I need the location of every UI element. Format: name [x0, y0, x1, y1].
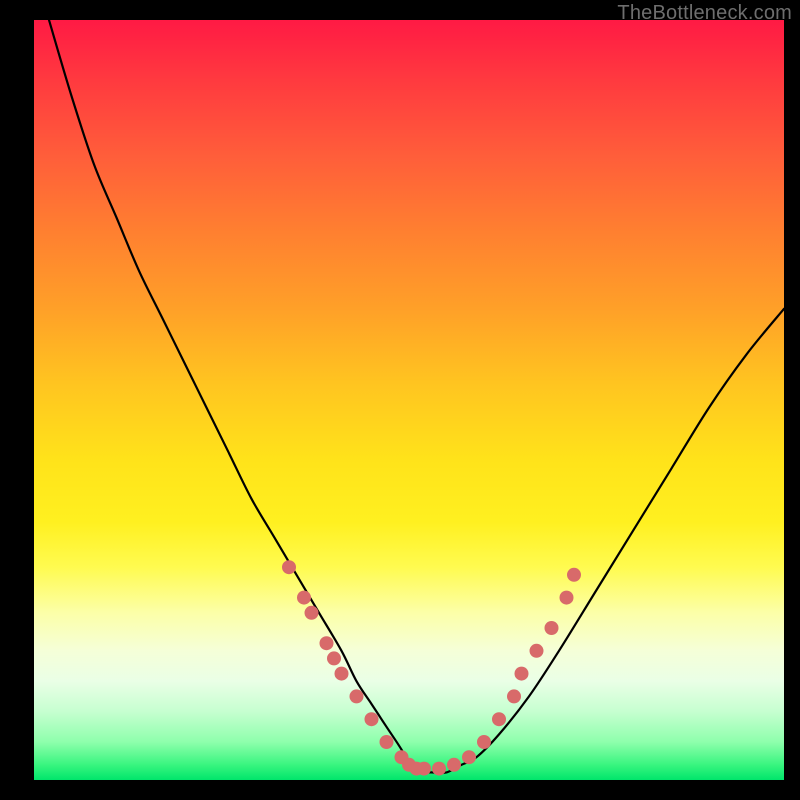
- data-marker: [507, 689, 521, 703]
- data-marker: [335, 667, 349, 681]
- chart-svg: [34, 20, 784, 780]
- chart-stage: TheBottleneck.com: [0, 0, 800, 800]
- data-marker: [417, 762, 431, 776]
- data-marker: [432, 762, 446, 776]
- data-marker: [320, 636, 334, 650]
- bottleneck-curve: [49, 20, 784, 773]
- data-marker: [545, 621, 559, 635]
- data-marker: [567, 568, 581, 582]
- data-marker: [297, 591, 311, 605]
- data-marker: [282, 560, 296, 574]
- data-marker: [380, 735, 394, 749]
- data-marker: [327, 651, 341, 665]
- data-marker: [305, 606, 319, 620]
- data-marker: [515, 667, 529, 681]
- data-marker: [365, 712, 379, 726]
- data-marker: [492, 712, 506, 726]
- data-marker: [447, 758, 461, 772]
- markers-group: [282, 560, 581, 775]
- data-marker: [477, 735, 491, 749]
- data-marker: [462, 750, 476, 764]
- data-marker: [560, 591, 574, 605]
- plot-area: [34, 20, 784, 780]
- data-marker: [530, 644, 544, 658]
- data-marker: [350, 689, 364, 703]
